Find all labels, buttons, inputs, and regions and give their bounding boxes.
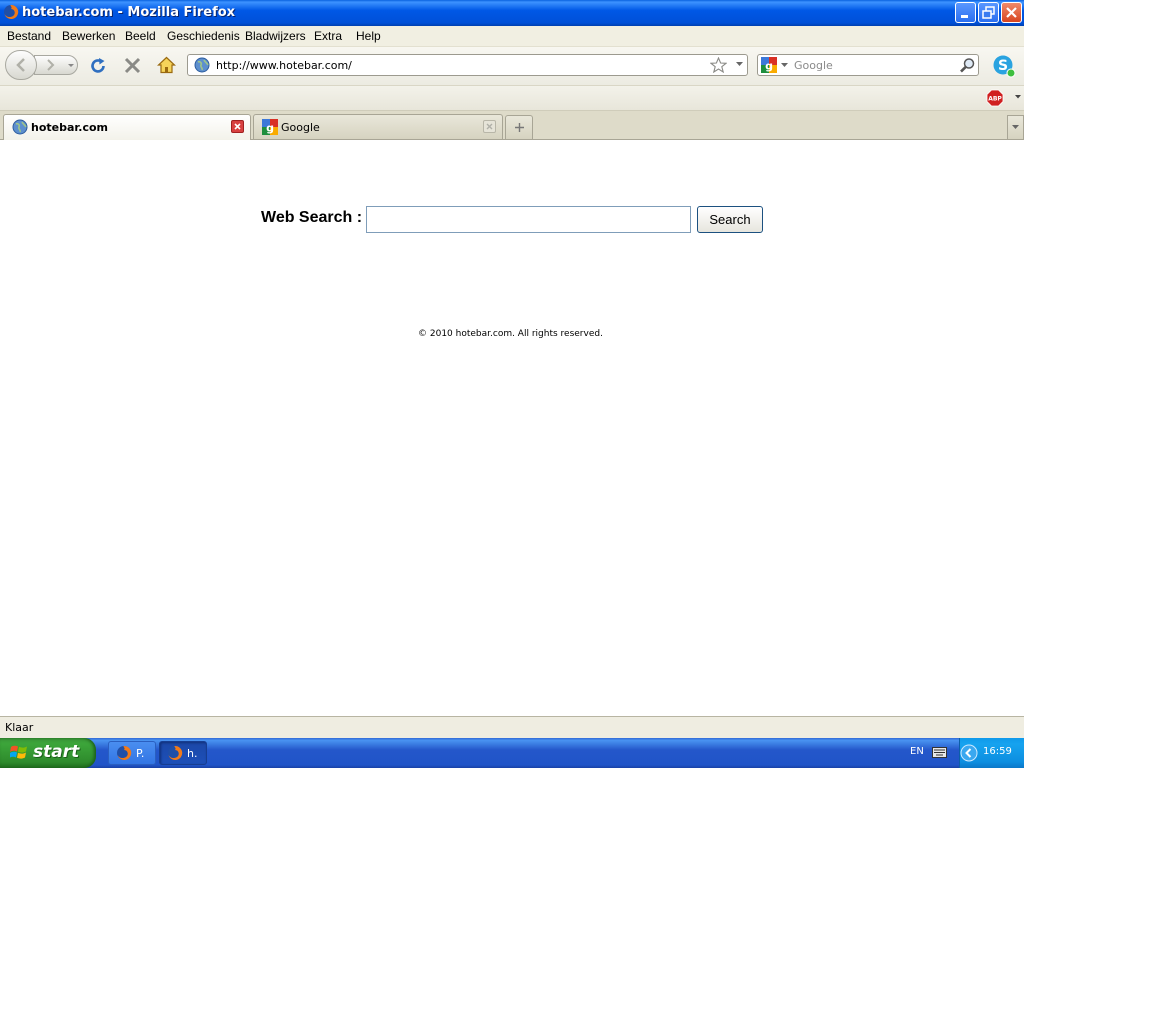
minimize-button[interactable] <box>955 2 976 23</box>
window-titlebar[interactable]: hotebar.com - Mozilla Firefox <box>0 0 1024 26</box>
svg-text:g: g <box>765 60 773 73</box>
window-title: hotebar.com - Mozilla Firefox <box>22 5 236 20</box>
taskbar: start P. h. EN 16:59 <box>0 738 1024 768</box>
menu-geschiedenis[interactable]: Geschiedenis <box>167 29 240 43</box>
tab-strip: hotebar.com g Google <box>0 111 1024 140</box>
svg-text:S: S <box>998 58 1008 74</box>
search-bar[interactable]: g <box>757 54 979 76</box>
firefox-icon <box>4 4 19 19</box>
status-bar: Klaar <box>0 716 1024 738</box>
firefox-icon <box>117 745 132 760</box>
search-button[interactable]: Search <box>697 206 763 233</box>
taskbar-item-firefox-h[interactable]: h. <box>159 741 207 765</box>
tab-close-button[interactable] <box>483 120 496 133</box>
google-engine-icon[interactable]: g <box>761 57 777 73</box>
search-engine-input[interactable] <box>794 57 954 73</box>
taskbar-item-label: P. <box>136 747 145 760</box>
svg-text:ABP: ABP <box>988 96 1002 103</box>
menu-help[interactable]: Help <box>356 29 381 43</box>
close-button[interactable] <box>1001 2 1022 23</box>
tab-list-button[interactable] <box>1007 115 1024 139</box>
menu-bestand[interactable]: Bestand <box>7 29 51 43</box>
close-icon <box>1006 7 1017 18</box>
back-button[interactable] <box>5 50 37 80</box>
status-text: Klaar <box>5 721 34 734</box>
svg-text:g: g <box>266 122 274 135</box>
engine-dropdown-icon[interactable] <box>781 63 788 68</box>
web-search-label: Web Search : <box>261 209 363 226</box>
taskbar-item-label: h. <box>187 747 198 760</box>
menu-bar: Bestand Bewerken Beeld Geschiedenis Blad… <box>0 26 1024 47</box>
web-search-input[interactable] <box>366 206 691 233</box>
addon-dropdown-icon[interactable] <box>1015 95 1021 99</box>
adblock-plus-icon[interactable]: ABP <box>986 89 1004 107</box>
menu-beeld[interactable]: Beeld <box>125 29 156 43</box>
language-indicator[interactable]: EN <box>910 746 924 757</box>
start-button[interactable]: start <box>0 738 96 768</box>
new-tab-button[interactable] <box>505 115 533 139</box>
page-content: Web Search : Search © 2010 hotebar.com. … <box>0 140 1024 716</box>
copyright-text: © 2010 hotebar.com. All rights reserved. <box>418 329 603 339</box>
chevron-down-icon <box>1012 125 1019 129</box>
url-dropdown-icon[interactable] <box>736 62 743 67</box>
start-label: start <box>33 742 80 762</box>
back-arrow-icon <box>16 58 25 72</box>
windows-logo-icon <box>10 745 27 759</box>
clock: 16:59 <box>983 746 1012 757</box>
home-icon[interactable] <box>157 56 176 74</box>
google-favicon-icon: g <box>262 119 278 135</box>
tab-hotebar[interactable]: hotebar.com <box>3 114 251 140</box>
menu-bladwijzers[interactable]: Bladwijzers <box>245 29 306 43</box>
firefox-icon <box>168 745 183 760</box>
taskbar-item-firefox-p[interactable]: P. <box>108 741 156 765</box>
url-bar[interactable] <box>187 54 748 76</box>
magnifier-icon[interactable] <box>959 57 976 74</box>
reload-icon[interactable] <box>89 57 107 75</box>
tab-label: Google <box>281 121 320 134</box>
tab-label: hotebar.com <box>31 121 108 134</box>
tab-google[interactable]: g Google <box>253 114 503 139</box>
star-icon[interactable] <box>710 57 727 73</box>
restore-icon <box>982 6 995 19</box>
close-icon <box>486 123 493 130</box>
skype-icon[interactable]: S <box>992 54 1016 78</box>
stop-icon[interactable] <box>124 57 141 74</box>
menu-extra[interactable]: Extra <box>314 29 342 43</box>
forward-arrow-icon <box>47 59 74 71</box>
restore-button[interactable] <box>978 2 999 23</box>
forward-button[interactable] <box>34 55 78 75</box>
globe-icon <box>194 57 210 73</box>
close-icon <box>234 123 241 130</box>
navigation-toolbar: g S <box>0 47 1024 86</box>
plus-icon <box>514 123 524 132</box>
screen: hotebar.com - Mozilla Firefox Bestand Be… <box>0 0 1024 768</box>
tab-close-button[interactable] <box>231 120 244 133</box>
menu-bewerken[interactable]: Bewerken <box>62 29 115 43</box>
tray-expand-icon[interactable] <box>960 744 978 762</box>
minimize-icon <box>961 15 968 18</box>
bookmarks-toolbar: ABP <box>0 86 1024 111</box>
globe-icon <box>12 119 28 135</box>
url-input[interactable] <box>216 57 696 73</box>
keyboard-icon[interactable] <box>932 747 947 758</box>
